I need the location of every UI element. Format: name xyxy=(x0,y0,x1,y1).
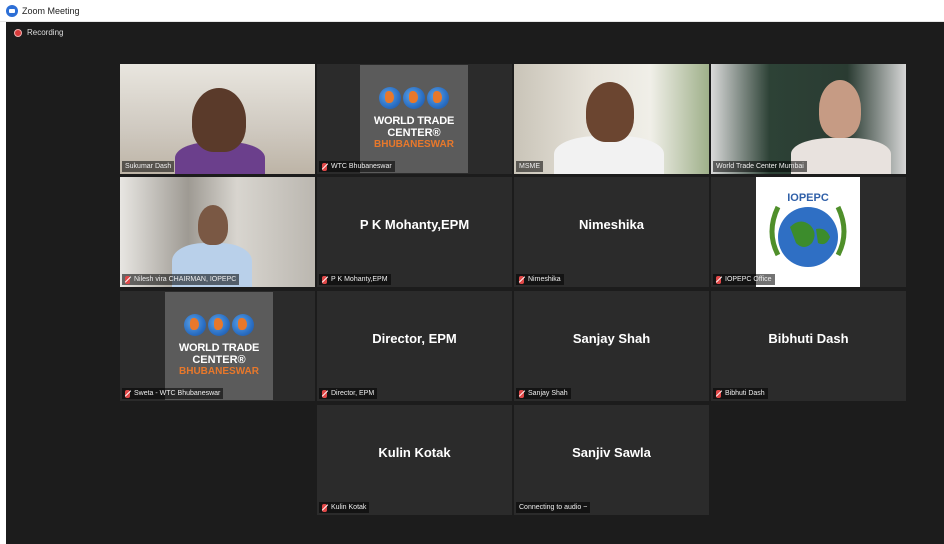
participant-display-name: Bibhuti Dash xyxy=(768,331,849,346)
mic-muted-icon xyxy=(716,389,721,398)
name-tile-bibhuti-dash[interactable]: Bibhuti Dash Bibhuti Dash xyxy=(711,291,906,401)
participant-name: Kulin Kotak xyxy=(319,502,370,513)
record-icon xyxy=(14,28,22,37)
video-tile-msme[interactable]: MSME xyxy=(514,64,709,174)
participant-name: P K Mohanty,EPM xyxy=(319,274,391,285)
participant-name: WTC Bhubaneswar xyxy=(319,161,395,172)
video-tile-nilesh-vira[interactable]: Nilesh vira CHAIRMAN, IOPEPC xyxy=(120,177,315,287)
meeting-window: Recording Sukumar Dash WORLD TRADE CENTE… xyxy=(6,22,944,544)
name-tile-kulin-kotak[interactable]: Kulin Kotak Kulin Kotak xyxy=(317,405,512,515)
mic-muted-icon xyxy=(519,275,524,284)
iopepc-logo: IOPEPC xyxy=(756,177,860,287)
wtc-logo: WORLD TRADE CENTER® BHUBANESWAR xyxy=(165,292,273,400)
participant-name: Connecting to audio ~ xyxy=(516,502,591,513)
participant-display-name: P K Mohanty,EPM xyxy=(359,217,470,232)
participant-name: Sweta - WTC Bhubaneswar xyxy=(122,388,224,399)
recording-indicator[interactable]: Recording xyxy=(14,28,63,37)
participant-name: Nilesh vira CHAIRMAN, IOPEPC xyxy=(122,274,240,285)
participant-name: Sukumar Dash xyxy=(122,161,175,172)
participant-display-name: Sanjay Shah xyxy=(572,331,651,346)
participant-display-name: Kulin Kotak xyxy=(378,445,451,460)
participant-display-name: Sanjiv Sawla xyxy=(572,445,651,460)
svg-text:IOPEPC: IOPEPC xyxy=(787,192,829,204)
participant-name: World Trade Center Mumbai xyxy=(713,161,807,172)
name-tile-sanjay-shah[interactable]: Sanjay Shah Sanjay Shah xyxy=(514,291,709,401)
video-tile-sukumar-dash[interactable]: Sukumar Dash xyxy=(120,64,315,174)
video-tile-wtc-mumbai[interactable]: World Trade Center Mumbai xyxy=(711,64,906,174)
mic-muted-icon xyxy=(125,389,130,398)
participant-name: IOPEPC Office xyxy=(713,274,775,285)
participant-name: Director, EPM xyxy=(319,388,378,399)
mic-muted-icon xyxy=(716,275,721,284)
name-tile-pk-mohanty[interactable]: P K Mohanty,EPM P K Mohanty,EPM xyxy=(317,177,512,287)
title-bar: Zoom Meeting xyxy=(0,0,944,22)
participant-name: MSME xyxy=(516,161,543,172)
mic-muted-icon xyxy=(322,162,327,171)
name-tile-nimeshika[interactable]: Nimeshika Nimeshika xyxy=(514,177,709,287)
video-tile-wtc-bhubaneswar[interactable]: WORLD TRADE CENTER® BHUBANESWAR WTC Bhub… xyxy=(317,64,512,174)
mic-muted-icon xyxy=(519,389,524,398)
mic-muted-icon xyxy=(322,275,327,284)
participant-name: Nimeshika xyxy=(516,274,564,285)
participant-name: Bibhuti Dash xyxy=(713,388,768,399)
name-tile-sanjiv-sawla[interactable]: Sanjiv Sawla Connecting to audio ~ xyxy=(514,405,709,515)
participant-name: Sanjay Shah xyxy=(516,388,571,399)
name-tile-director-epm[interactable]: Director, EPM Director, EPM xyxy=(317,291,512,401)
mic-muted-icon xyxy=(322,389,327,398)
participant-display-name: Director, EPM xyxy=(372,331,457,346)
mic-muted-icon xyxy=(322,503,327,512)
mic-muted-icon xyxy=(125,275,130,284)
window-title: Zoom Meeting xyxy=(22,5,80,16)
recording-label: Recording xyxy=(27,28,64,37)
zoom-icon xyxy=(6,4,18,17)
wtc-logo: WORLD TRADE CENTER® BHUBANESWAR xyxy=(360,65,468,173)
video-tile-iopepc-office[interactable]: IOPEPC IOPEPC Office xyxy=(711,177,906,287)
video-tile-sweta-wtc[interactable]: WORLD TRADE CENTER® BHUBANESWAR Sweta - … xyxy=(120,291,315,401)
participant-display-name: Nimeshika xyxy=(578,217,645,232)
